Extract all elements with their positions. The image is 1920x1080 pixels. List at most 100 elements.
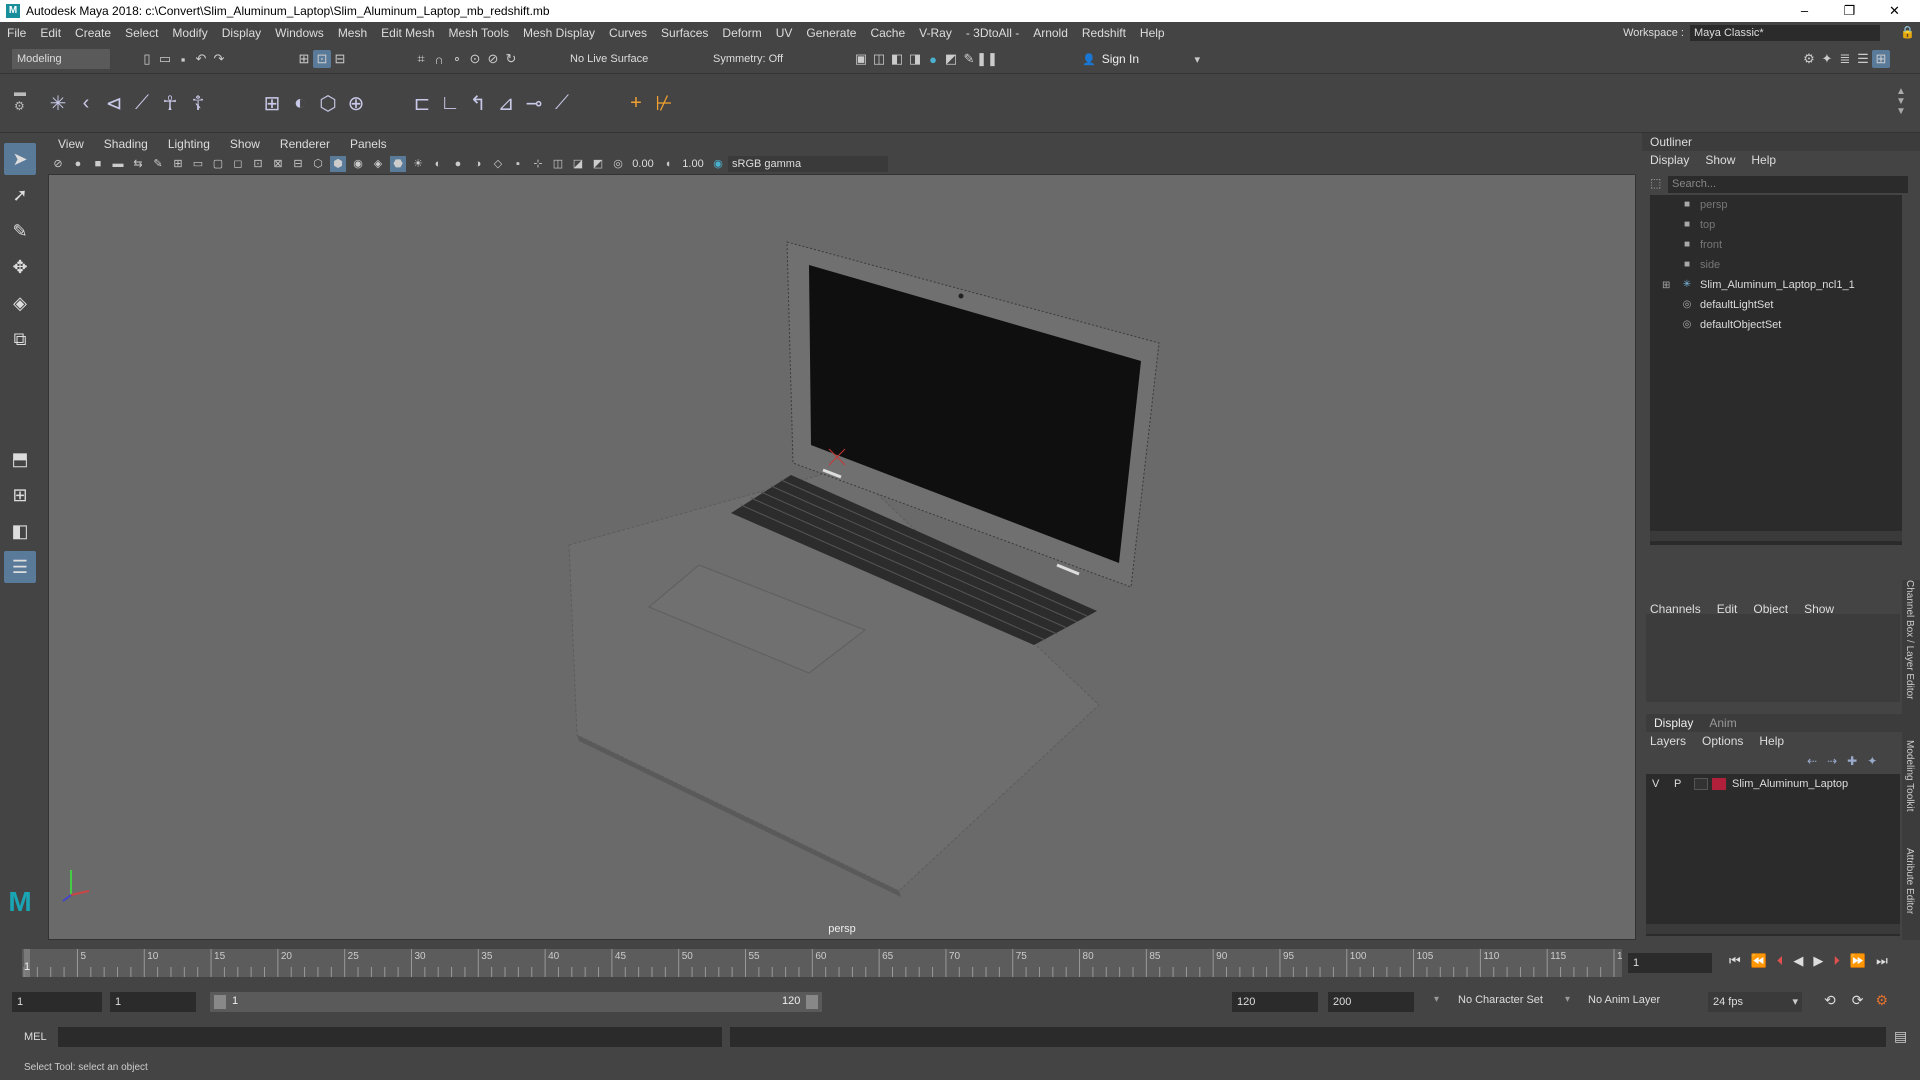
menu-windows[interactable]: Windows [268, 22, 331, 44]
outliner-item-laptop[interactable]: ⊞ ✳ Slim_Aluminum_Laptop_ncl1_1 [1650, 275, 1902, 295]
character-controls-icon[interactable]: ✦ [1818, 50, 1836, 68]
paint-select-icon[interactable]: ✎ [4, 215, 36, 247]
ik-spline-icon[interactable]: ⊲ [100, 89, 128, 117]
gate-mask-icon[interactable]: ◻ [230, 156, 246, 172]
menu-arnold[interactable]: Arnold [1026, 22, 1075, 44]
xray-icon[interactable]: ◫ [550, 156, 566, 172]
tab-display[interactable]: Display [1654, 716, 1693, 730]
tab-attribute-editor[interactable]: Attribute Editor [1904, 848, 1915, 914]
menu-curves[interactable]: Curves [602, 22, 654, 44]
select-component-icon[interactable]: ⊟ [331, 50, 349, 68]
tool-settings-icon[interactable]: ☰ [1854, 50, 1872, 68]
resolution-gate-icon[interactable]: ▢ [210, 156, 226, 172]
menu-uv[interactable]: UV [769, 22, 800, 44]
lasso-tool-icon[interactable]: ➚ [4, 179, 36, 211]
safe-title-icon[interactable]: ⊟ [290, 156, 306, 172]
range-end-handle[interactable] [806, 995, 818, 1009]
film-gate-icon[interactable]: ▭ [190, 156, 206, 172]
move-layer-down-icon[interactable]: ⇢ [1827, 754, 1837, 768]
minimize-button[interactable]: – [1782, 0, 1827, 22]
perspective-viewport[interactable]: persp [48, 174, 1636, 940]
menu-help[interactable]: Help [1133, 22, 1172, 44]
menu-set-dropdown[interactable]: Modeling [12, 49, 110, 69]
layer-name[interactable]: Slim_Aluminum_Laptop [1732, 778, 1848, 790]
layer-row[interactable]: V P Slim_Aluminum_Laptop [1646, 774, 1900, 794]
menu-redshift[interactable]: Redshift [1075, 22, 1133, 44]
outliner-menu-display[interactable]: Display [1650, 153, 1689, 167]
scale-tool-icon[interactable]: ⧉ [4, 323, 36, 355]
outliner-item-persp[interactable]: ■ persp [1650, 195, 1902, 215]
bookmark-icon[interactable]: ■ [90, 156, 106, 172]
step-back-key-icon[interactable]: ⏪ [1751, 953, 1767, 969]
menu-mesh[interactable]: Mesh [331, 22, 374, 44]
channel-box-icon[interactable]: ⊞ [1872, 50, 1890, 68]
select-hierarchy-icon[interactable]: ⊞ [295, 50, 313, 68]
menu-file[interactable]: File [0, 22, 33, 44]
menu-mesh-display[interactable]: Mesh Display [516, 22, 602, 44]
layer-playback-toggle[interactable]: P [1674, 778, 1690, 790]
ik-handle-icon[interactable]: ‹ [72, 89, 100, 117]
maximize-button[interactable]: ❐ [1827, 0, 1872, 22]
wrap-icon[interactable]: ⬡ [314, 89, 342, 117]
layer-menu-help[interactable]: Help [1759, 734, 1784, 748]
view-transform-dropdown[interactable]: sRGB gamma [728, 156, 888, 172]
menu-vray[interactable]: V-Ray [912, 22, 959, 44]
modeling-toolkit-icon[interactable]: ⚙ [1800, 50, 1818, 68]
anim-prefs-icon[interactable]: ⚙ [1875, 992, 1888, 1009]
rotate-tool-icon[interactable]: ◈ [4, 287, 36, 319]
outliner-item-front[interactable]: ■ front [1650, 235, 1902, 255]
layer-menu-options[interactable]: Options [1702, 734, 1743, 748]
chevron-down-icon[interactable]: ▾ [1565, 994, 1570, 1005]
xray-joints-icon[interactable]: ◪ [570, 156, 586, 172]
snap-grid-icon[interactable]: ⌗ [412, 50, 430, 68]
safe-action-icon[interactable]: ⊠ [270, 156, 286, 172]
render-settings-icon[interactable]: ◨ [906, 50, 924, 68]
workspace-dropdown[interactable]: Maya Classic* [1690, 25, 1880, 41]
playback-start-field[interactable]: 1 [110, 992, 196, 1012]
humanik-icon[interactable]: ☦ [184, 89, 212, 117]
time-slider-track[interactable]: 5 10 15 20 25 30 35 40 45 50 55 60 65 70 75 80 85 90 95 100… [22, 949, 1622, 977]
menu-display[interactable]: Display [215, 22, 268, 44]
wireframe-on-shaded-icon[interactable]: ⬣ [390, 156, 406, 172]
save-scene-icon[interactable]: ▪ [174, 50, 192, 68]
move-tool-icon[interactable]: ✥ [4, 251, 36, 283]
wireframe-icon[interactable]: ⬡ [310, 156, 326, 172]
outliner-item-objectset[interactable]: ◎ defaultObjectSet [1650, 315, 1902, 335]
go-to-end-icon[interactable]: ⏭ [1876, 953, 1888, 969]
two-d-pan-icon[interactable]: ⇆ [130, 156, 146, 172]
layer-color-swatch[interactable] [1712, 778, 1726, 790]
camera-attrs-icon[interactable]: ● [70, 156, 86, 172]
step-forward-frame-icon[interactable]: ⏵ [1833, 953, 1840, 969]
snap-surface-icon[interactable]: ⊘ [484, 50, 502, 68]
bind-skin-icon[interactable]: ⟋ [128, 89, 156, 117]
tab-modeling-toolkit[interactable]: Modeling Toolkit [1904, 740, 1915, 812]
menu-generate[interactable]: Generate [799, 22, 863, 44]
camera-select-icon[interactable]: ⊘ [50, 156, 66, 172]
render-frame-icon[interactable]: ◫ [870, 50, 888, 68]
depth-of-field-icon[interactable]: ▪ [510, 156, 526, 172]
tab-anim[interactable]: Anim [1709, 716, 1736, 730]
menu-cache[interactable]: Cache [863, 22, 912, 44]
vp-menu-panels[interactable]: Panels [340, 137, 397, 151]
cluster-icon[interactable]: ⊕ [342, 89, 370, 117]
menu-deform[interactable]: Deform [715, 22, 768, 44]
tab-channel-box[interactable]: Channel Box / Layer Editor [1904, 580, 1915, 700]
point-constraint-icon[interactable]: ∟ [436, 89, 464, 117]
grease-pencil-icon[interactable]: ✎ [150, 156, 166, 172]
snap-point-icon[interactable]: ∘ [448, 50, 466, 68]
layer-visibility-toggle[interactable]: V [1652, 778, 1668, 790]
gamma-icon[interactable]: ◖ [660, 156, 676, 172]
redo-icon[interactable]: ↷ [210, 50, 228, 68]
hypershade-icon[interactable]: ● [924, 50, 942, 68]
screen-space-ao-icon[interactable]: ● [450, 156, 466, 172]
step-forward-key-icon[interactable]: ⏩ [1850, 953, 1866, 969]
vp-menu-renderer[interactable]: Renderer [270, 137, 340, 151]
locator-icon[interactable]: + [622, 89, 650, 117]
undo-icon[interactable]: ↶ [192, 50, 210, 68]
set-driven-key-icon[interactable]: ⊬ [650, 89, 678, 117]
new-layer-selected-icon[interactable]: ✦ [1867, 754, 1877, 768]
outliner-layout-icon[interactable]: ☰ [4, 551, 36, 583]
lock-icon[interactable]: 🔒 [1900, 25, 1915, 39]
outliner-item-top[interactable]: ■ top [1650, 215, 1902, 235]
animation-end-field[interactable]: 200 [1328, 992, 1414, 1012]
